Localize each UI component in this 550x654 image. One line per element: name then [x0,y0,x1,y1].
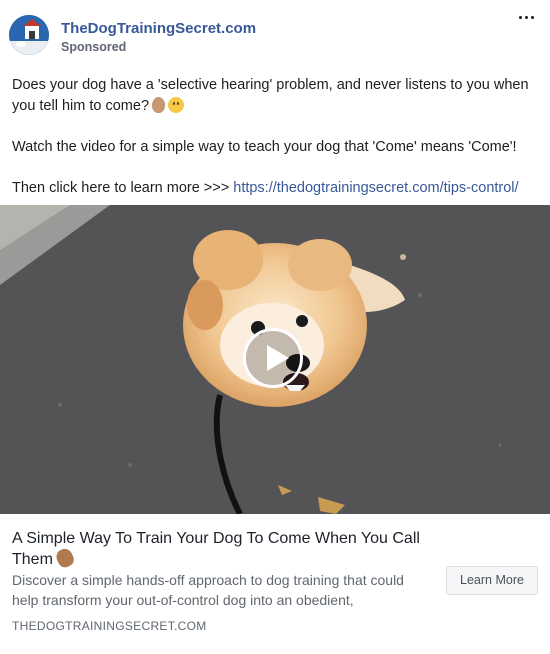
page-avatar[interactable] [9,15,49,55]
clapping-hands-emoji-icon [53,546,76,570]
post-text-link[interactable]: https://thedogtrainingsecret.com/tips-co… [233,180,518,196]
page-name-link[interactable]: TheDogTrainingSecret.com [61,20,256,37]
play-icon[interactable] [243,328,303,388]
card-domain: THEDOGTRAININGSECRET.COM [12,619,207,633]
post-text-question: Does your dog have a 'selective hearing'… [12,77,529,114]
card-description: Discover a simple hands-off approach to … [12,572,404,608]
post-text-line: Watch the video for a simple way to teac… [12,138,517,155]
learn-more-button[interactable]: Learn More [446,566,538,595]
sponsored-label[interactable]: Sponsored [61,40,126,54]
post-text-line: Then click here to learn more >>> https:… [12,178,548,199]
ear-emoji-icon [152,96,166,113]
link-preview-card[interactable]: A Simple Way To Train Your Dog To Come W… [0,514,550,654]
post-header: TheDogTrainingSecret.com Sponsored [0,0,550,70]
post-text-cta: Then click here to learn more >>> [12,179,234,196]
post-text: Does your dog have a 'selective hearing'… [12,75,548,198]
more-options-icon[interactable] [516,9,538,25]
neutral-face-emoji-icon [168,96,185,113]
card-title[interactable]: A Simple Way To Train Your Dog To Come W… [12,528,442,570]
post-text-line: Does your dog have a 'selective hearing'… [12,75,548,116]
